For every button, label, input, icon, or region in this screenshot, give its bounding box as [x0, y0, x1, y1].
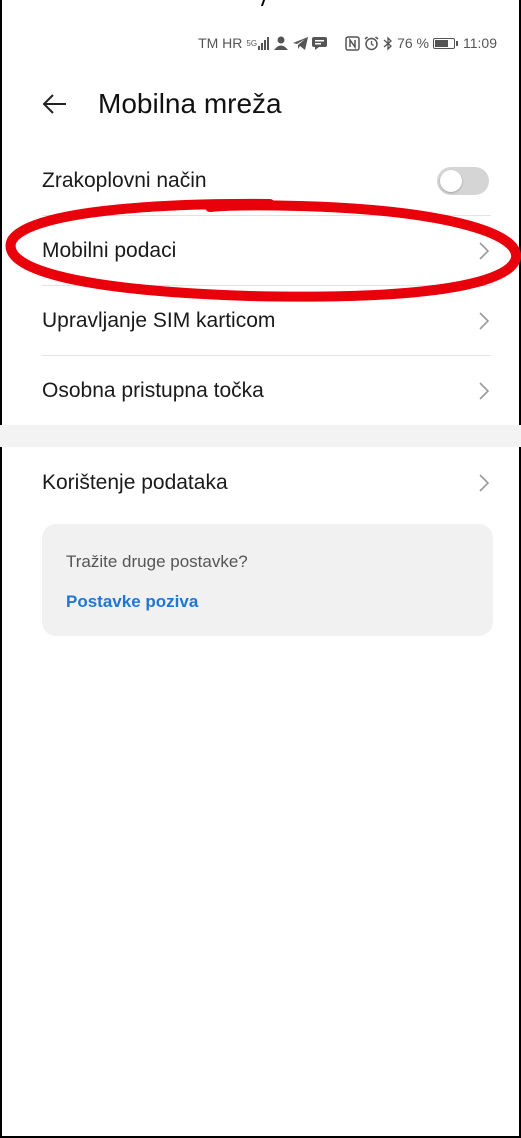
data-usage-label: Korištenje podataka	[42, 471, 228, 494]
arrow-left-icon[interactable]	[40, 89, 70, 119]
data-usage-row[interactable]: Korištenje podataka	[42, 447, 491, 519]
mobile-data-row[interactable]: Mobilni podaci	[42, 216, 491, 286]
other-settings-card: Tražite druge postavke? Postavke poziva	[42, 524, 493, 636]
call-settings-link[interactable]: Postavke poziva	[66, 592, 198, 612]
settings-list: Zrakoplovni način Mobilni podaci Upravlj…	[0, 146, 521, 519]
other-settings-question: Tražite druge postavke?	[66, 552, 248, 571]
carrier-label: TM HR	[198, 35, 243, 51]
chevron-right-icon	[479, 311, 490, 330]
chevron-right-icon	[479, 474, 490, 492]
toggle-knob	[440, 169, 462, 192]
app-header: Mobilna mreža	[40, 88, 282, 120]
airplane-mode-toggle[interactable]	[437, 166, 489, 195]
network-type-label: 5G	[246, 38, 258, 48]
message-icon	[312, 36, 328, 50]
status-bar: TM HR 5G 76 % 11:09	[198, 32, 497, 54]
alarm-icon	[364, 35, 379, 51]
airplane-mode-row[interactable]: Zrakoplovni način	[42, 146, 491, 216]
hotspot-label: Osobna pristupna točka	[42, 378, 264, 402]
sim-management-row[interactable]: Upravljanje SIM karticom	[42, 286, 491, 356]
section-divider	[0, 425, 521, 447]
mobile-data-label: Mobilni podaci	[42, 238, 177, 262]
sim-management-label: Upravljanje SIM karticom	[42, 308, 276, 332]
nfc-icon	[345, 35, 360, 51]
avatar-icon	[273, 36, 289, 50]
chevron-right-icon	[479, 241, 490, 260]
battery-fill	[435, 39, 448, 47]
clock: 11:09	[463, 35, 497, 51]
battery-icon	[433, 37, 458, 49]
telegram-icon	[293, 36, 309, 50]
page-title: Mobilna mreža	[98, 88, 282, 119]
hotspot-row[interactable]: Osobna pristupna točka	[42, 356, 491, 425]
airplane-mode-label: Zrakoplovni način	[42, 168, 207, 192]
chevron-right-icon	[479, 381, 490, 400]
battery-percent: 76 %	[397, 35, 429, 51]
signal-icon: 5G	[246, 36, 270, 50]
bluetooth-icon	[383, 35, 393, 51]
